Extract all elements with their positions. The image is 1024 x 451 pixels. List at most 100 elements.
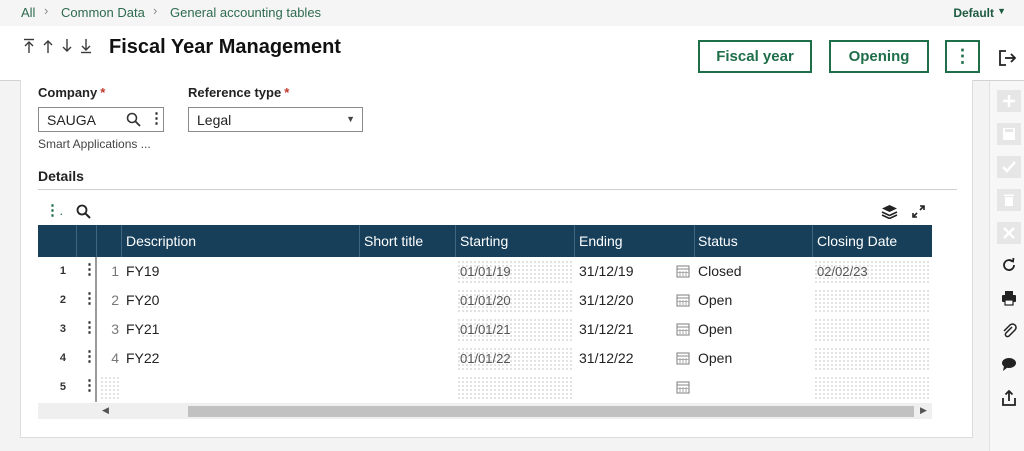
previous-record-icon[interactable] [42,38,54,58]
scrollbar-thumb[interactable] [188,406,914,417]
company-description: Smart Applications ... [38,137,151,151]
column-header-status[interactable]: Status [698,233,738,249]
calendar-icon[interactable] [676,322,690,341]
search-icon[interactable] [126,112,141,132]
comment-icon[interactable] [997,353,1021,375]
calendar-icon[interactable] [676,380,690,399]
cell-status[interactable]: Open [698,292,732,308]
cell-description[interactable]: FY22 [126,350,159,366]
save-icon[interactable] [997,123,1021,145]
cell-ending[interactable]: 31/12/21 [579,321,634,337]
cell-description[interactable]: FY20 [126,292,159,308]
export-icon[interactable] [997,387,1021,409]
breadcrumb: All › Common Data › General accounting t… [0,0,1024,26]
breadcrumb-separator-icon: › [153,3,158,18]
column-divider [96,225,97,257]
cancel-icon[interactable] [997,222,1021,244]
row-index: 1 [111,263,119,279]
grid-menu-icon[interactable]: ⋮. [45,203,63,220]
cell-ending[interactable]: 31/12/19 [579,263,634,279]
table-row[interactable]: 4 ⋮ 4 FY22 01/01/22 31/12/22 Open [38,344,932,373]
cell-background [457,376,573,399]
table-row[interactable]: 1 ⋮ 1 FY19 01/01/19 31/12/19 Closed 02/0… [38,257,932,286]
row-number: 4 [59,352,66,364]
opening-button[interactable]: Opening [829,40,929,73]
chevron-down-icon[interactable]: ▼ [346,114,355,124]
column-header-description[interactable]: Description [126,233,196,249]
table-row[interactable]: 2 ⋮ 2 FY20 01/01/20 31/12/20 Open [38,286,932,315]
reference-type-value: Legal [197,112,232,128]
attachment-icon[interactable] [997,320,1021,342]
cell-background [814,289,930,312]
page-header: Fiscal Year Management Fiscal year Openi… [0,26,1024,81]
reference-type-select[interactable]: Legal ▼ [188,107,363,132]
company-field[interactable]: SAUGA ⋮ [38,107,164,132]
table-row[interactable]: 5 ⋮ [38,373,932,402]
row-index: 3 [111,321,119,337]
print-icon[interactable] [997,287,1021,309]
cell-description[interactable]: FY21 [126,321,159,337]
row-number: 5 [59,381,66,393]
row-index: 4 [111,350,119,366]
cell-background [814,318,930,341]
row-index: 2 [111,292,119,308]
cell-status[interactable]: Open [698,350,732,366]
row-number: 3 [59,323,66,335]
cell-starting: 01/01/22 [460,351,511,366]
first-record-icon[interactable] [23,38,35,58]
table-row[interactable]: 3 ⋮ 3 FY21 01/01/21 31/12/21 Open [38,315,932,344]
cell-starting: 01/01/21 [460,322,511,337]
exit-icon[interactable] [999,50,1017,71]
cell-background [814,376,930,399]
cell-ending[interactable]: 31/12/22 [579,350,634,366]
refresh-icon[interactable] [997,254,1021,276]
scroll-right-icon[interactable]: ▶ [920,405,927,416]
field-menu-icon[interactable]: ⋮ [149,111,164,126]
last-record-icon[interactable] [80,38,92,58]
cell-background [100,376,120,399]
cell-status[interactable]: Open [698,321,732,337]
cell-starting: 01/01/19 [460,264,511,279]
details-grid: Description Short title Starting Ending … [38,225,932,419]
cell-ending[interactable]: 31/12/20 [579,292,634,308]
column-divider [359,225,360,257]
view-selector[interactable]: Default [953,6,994,20]
page-title: Fiscal Year Management [109,36,341,58]
section-divider [38,189,957,190]
action-rail [989,81,1024,451]
grid-frozen-divider [95,257,97,402]
horizontal-scrollbar[interactable]: ◀ ▶ [38,403,932,419]
calendar-icon[interactable] [676,351,690,370]
column-header-ending[interactable]: Ending [579,233,623,249]
breadcrumb-separator-icon: › [44,3,49,18]
fiscal-year-button[interactable]: Fiscal year [698,40,812,73]
scroll-left-icon[interactable]: ◀ [102,405,109,416]
cell-starting: 01/01/20 [460,293,511,308]
cell-closing-date: 02/02/23 [817,264,868,279]
breadcrumb-common-data[interactable]: Common Data [61,5,145,20]
row-number: 1 [59,265,66,277]
next-record-icon[interactable] [61,38,73,58]
column-divider [812,225,813,257]
column-header-closing-date[interactable]: Closing Date [817,233,897,249]
column-divider [121,225,122,257]
cell-status[interactable]: Closed [698,263,742,279]
add-icon[interactable] [997,90,1021,112]
company-label: Company * [38,85,106,100]
expand-icon[interactable] [911,204,926,224]
calendar-icon[interactable] [676,293,690,312]
layers-icon[interactable] [881,204,898,224]
column-header-starting[interactable]: Starting [460,233,508,249]
calendar-icon[interactable] [676,264,690,283]
check-icon[interactable] [997,156,1021,178]
chevron-down-icon[interactable]: ▼ [997,6,1006,16]
more-actions-button[interactable]: ⋮ [945,40,980,73]
cell-description[interactable]: FY19 [126,263,159,279]
breadcrumb-all[interactable]: All [21,5,35,20]
row-number: 2 [59,294,66,306]
delete-icon[interactable] [997,189,1021,211]
cell-background [814,347,930,370]
breadcrumb-general-accounting-tables[interactable]: General accounting tables [170,5,321,20]
grid-search-icon[interactable] [76,204,91,224]
column-header-short-title[interactable]: Short title [364,233,423,249]
